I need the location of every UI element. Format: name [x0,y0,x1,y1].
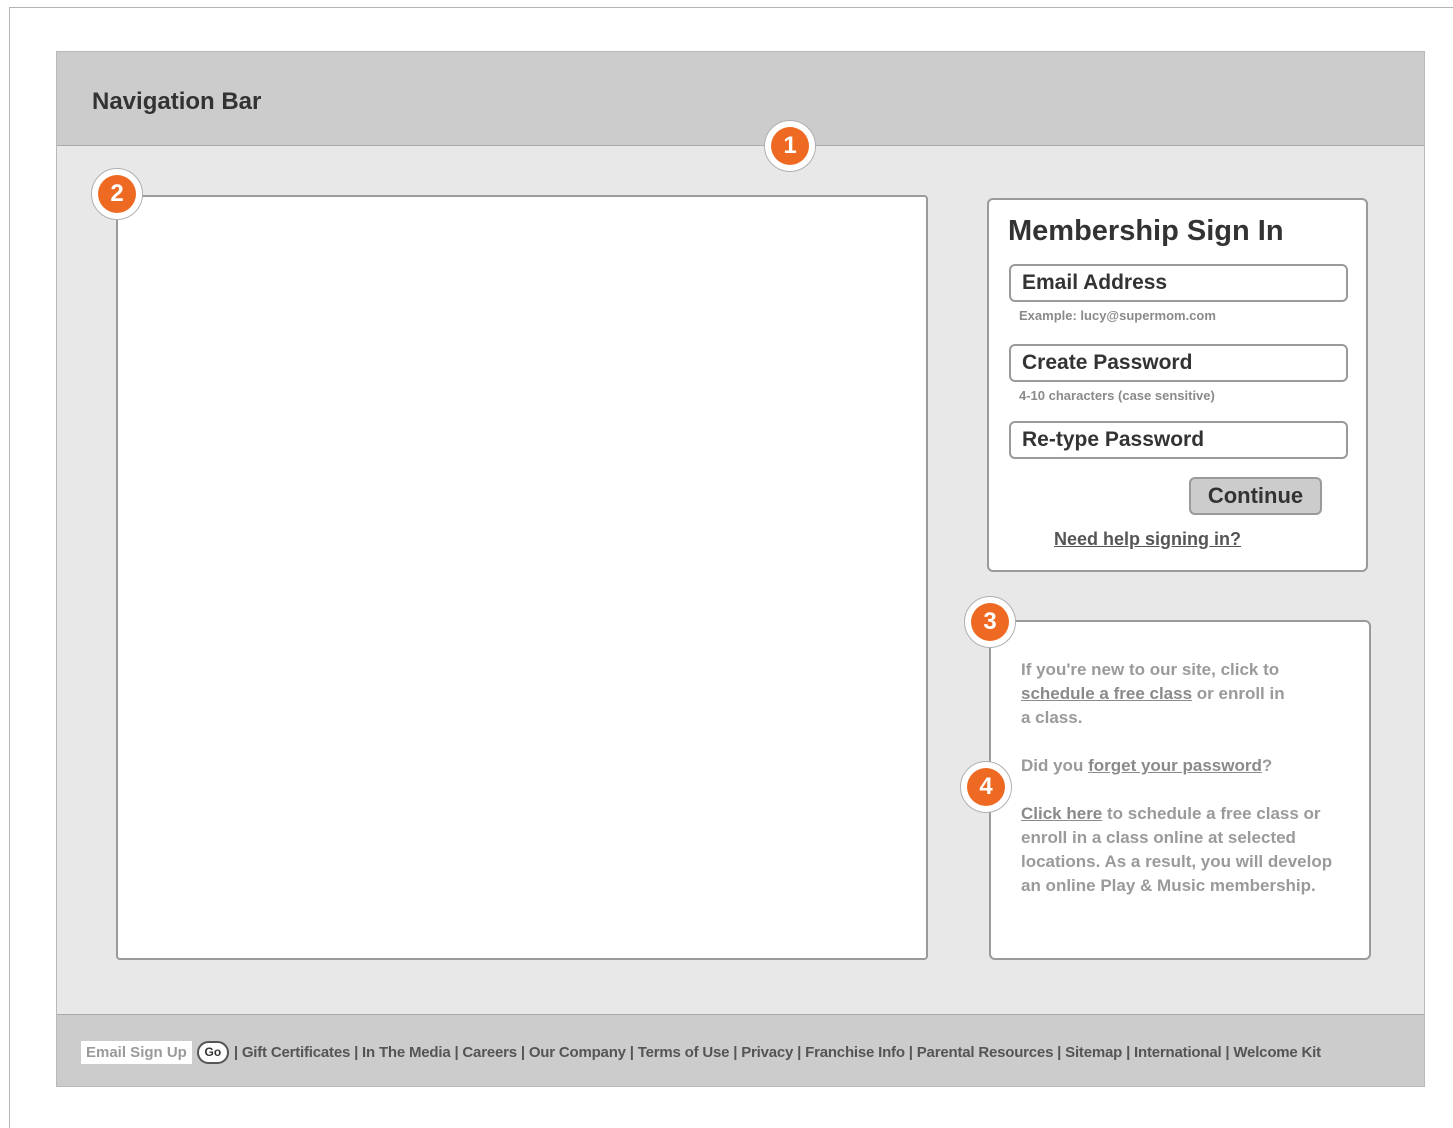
new-visitor-paragraph: If you're new to our site, click to sche… [1021,658,1361,730]
email-field[interactable]: Email Address [1009,264,1348,302]
marker-number: 1 [771,127,809,165]
click-here-link[interactable]: Click here [1021,804,1102,823]
enroll-text: or enroll in [1192,684,1285,703]
forgot-password-prefix: Did you [1021,756,1089,775]
schedule-free-class-link[interactable]: schedule a free class [1021,684,1192,703]
email-signup-input[interactable]: Email Sign Up [81,1041,192,1064]
annotation-marker-2: 2 [91,168,143,220]
go-button[interactable]: Go [196,1041,229,1064]
retype-password-field[interactable]: Re-type Password [1009,421,1348,459]
footer-bar: Email Sign Up Go | Gift Certificates | I… [57,1014,1424,1086]
forgot-password-paragraph: Did you forget your password? [1021,754,1361,778]
footer-links[interactable]: | Gift Certificates | In The Media | Car… [234,1044,1321,1061]
new-member-info-card: If you're new to our site, click to sche… [989,620,1371,960]
annotation-marker-4: 4 [960,761,1012,813]
wireframe-canvas: Navigation Bar 1 2 Membership Sign In Em… [56,51,1425,1087]
password-hint: 4-10 characters (case sensitive) [1019,388,1215,403]
annotation-marker-3: 3 [964,596,1016,648]
new-visitor-text: If you're new to our site, click to [1021,660,1280,679]
forgot-password-suffix: ? [1261,756,1273,775]
main-content-area [116,195,928,960]
annotation-marker-1: 1 [764,120,816,172]
signin-title: Membership Sign In [1008,215,1284,247]
email-hint: Example: lucy@supermom.com [1019,308,1216,323]
help-signing-in-link[interactable]: Need help signing in? [1054,529,1241,550]
marker-number: 2 [98,175,136,213]
marker-number: 3 [971,603,1009,641]
continue-button[interactable]: Continue [1189,477,1322,515]
navigation-bar: Navigation Bar [57,52,1424,146]
navbar-title: Navigation Bar [92,88,262,115]
enroll-text-end: a class. [1021,708,1083,727]
membership-signin-card: Membership Sign In Email Address Example… [987,198,1368,572]
marker-number: 4 [967,768,1005,806]
online-enroll-paragraph: Click here to schedule a free class or e… [1021,802,1356,898]
footer-row: Email Sign Up Go | Gift Certificates | I… [81,1041,1321,1064]
forgot-password-link[interactable]: forget your password [1088,756,1262,775]
create-password-field[interactable]: Create Password [1009,344,1348,382]
